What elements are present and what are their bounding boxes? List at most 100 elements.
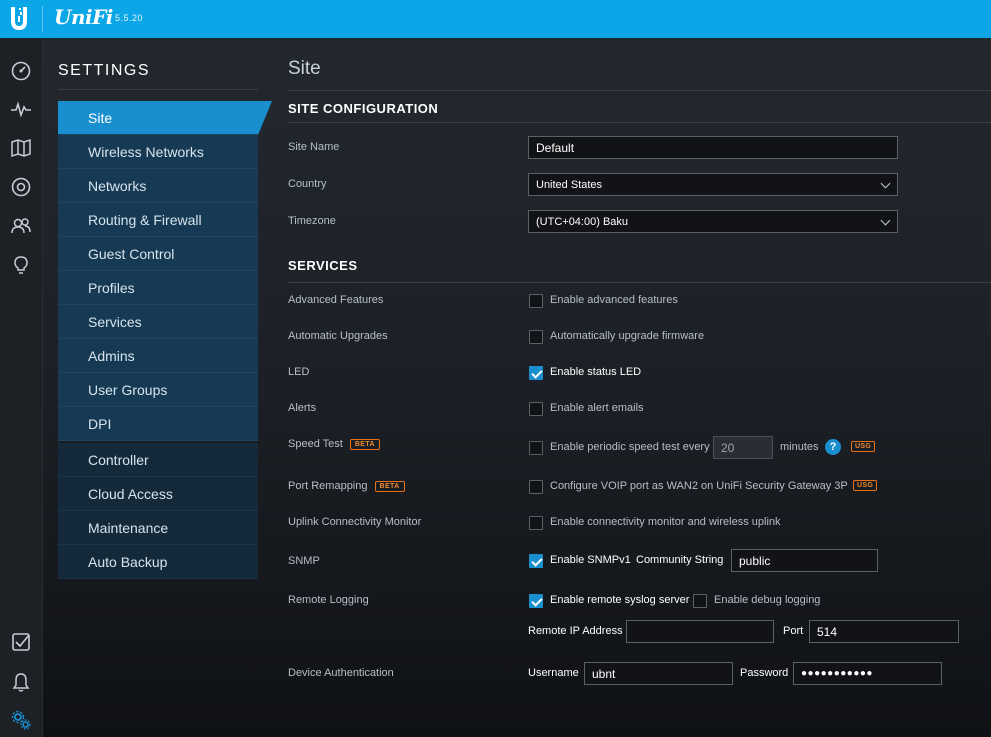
speed-test-checkbox[interactable] [529, 441, 543, 455]
country-select[interactable]: United States [528, 173, 898, 196]
nav-item-profiles[interactable]: Profiles [58, 271, 258, 305]
nav-item-user-groups[interactable]: User Groups [58, 373, 258, 407]
chevron-down-icon [880, 178, 891, 188]
snmp-label: SNMP [288, 555, 320, 567]
community-string-input[interactable]: public [731, 549, 878, 572]
alerts-text[interactable]: Enable alert emails [550, 402, 644, 414]
port-remapping-checkbox[interactable] [529, 480, 543, 494]
speed-test-label-text: Speed Test [288, 438, 343, 450]
speed-test-label: Speed Test BETA [288, 438, 380, 450]
usg-badge-port-remapping: USG [853, 480, 878, 491]
usg-badge-speed-test: USG [851, 441, 876, 452]
alerts-icon[interactable] [6, 667, 36, 697]
port-remapping-label-text: Port Remapping [288, 480, 368, 492]
page-title: Site [288, 58, 321, 79]
device-auth-label: Device Authentication [288, 667, 394, 679]
services-divider [288, 282, 991, 283]
icon-rail [0, 38, 43, 737]
top-bar: UniFi 5.5.20 [0, 0, 991, 38]
port-remapping-label: Port Remapping BETA [288, 480, 405, 492]
uplink-monitor-checkbox[interactable] [529, 516, 543, 530]
nav-item-guest-control[interactable]: Guest Control [58, 237, 258, 271]
site-name-label: Site Name [288, 141, 340, 153]
nav-item-services[interactable]: Services [58, 305, 258, 339]
port-remapping-text[interactable]: Configure VOIP port as WAN2 on UniFi Sec… [550, 480, 848, 492]
services-heading: SERVICES [288, 258, 358, 273]
clients-icon[interactable] [6, 211, 36, 241]
port-label: Port [783, 625, 804, 637]
dashboard-icon[interactable] [6, 56, 36, 86]
syslog-text[interactable]: Enable remote syslog server [550, 594, 689, 606]
insights-icon[interactable] [6, 250, 36, 280]
page-title-divider [288, 90, 991, 91]
nav-item-controller[interactable]: Controller [58, 443, 258, 477]
nav-item-admins[interactable]: Admins [58, 339, 258, 373]
remote-ip-label: Remote IP Address [528, 625, 623, 637]
alerts-checkbox[interactable] [529, 402, 543, 416]
settings-nav-primary: Site Wireless Networks Networks Routing … [58, 101, 272, 441]
statistics-icon[interactable] [6, 94, 36, 124]
map-icon[interactable] [6, 133, 36, 163]
remote-ip-input[interactable] [626, 620, 774, 643]
username-label: Username [528, 667, 579, 679]
nav-item-routing-firewall[interactable]: Routing & Firewall [58, 203, 258, 237]
nav-item-dpi[interactable]: DPI [58, 407, 258, 441]
country-label: Country [288, 178, 327, 190]
advanced-features-checkbox[interactable] [529, 294, 543, 308]
uplink-monitor-label: Uplink Connectivity Monitor [288, 516, 422, 528]
port-input[interactable]: 514 [809, 620, 959, 643]
automatic-upgrades-checkbox[interactable] [529, 330, 543, 344]
snmp-text[interactable]: Enable SNMPv1 [550, 554, 631, 566]
nav-item-wireless-networks[interactable]: Wireless Networks [58, 135, 258, 169]
ubiquiti-logo-icon[interactable] [8, 5, 30, 31]
devices-icon[interactable] [6, 172, 36, 202]
automatic-upgrades-text[interactable]: Automatically upgrade firmware [550, 330, 704, 342]
beta-badge: BETA [374, 481, 405, 492]
community-string-label: Community String [636, 554, 724, 566]
advanced-features-label: Advanced Features [288, 294, 384, 306]
speed-test-interval-input[interactable]: 20 [713, 436, 773, 459]
timezone-value: (UTC+04:00) Baku [536, 215, 629, 228]
settings-icon[interactable] [6, 705, 36, 735]
advanced-features-text[interactable]: Enable advanced features [550, 294, 678, 306]
debug-logging-text[interactable]: Enable debug logging [714, 594, 820, 606]
topbar-divider [42, 6, 43, 32]
settings-divider [58, 89, 258, 90]
led-checkbox[interactable] [529, 366, 543, 380]
country-value: United States [536, 178, 603, 191]
automatic-upgrades-label: Automatic Upgrades [288, 330, 388, 342]
beta-badge: BETA [349, 439, 380, 450]
led-label: LED [288, 366, 310, 378]
nav-item-cloud-access[interactable]: Cloud Access [58, 477, 258, 511]
timezone-label: Timezone [288, 215, 336, 227]
remote-logging-label: Remote Logging [288, 594, 369, 606]
settings-title: SETTINGS [58, 62, 151, 79]
username-input[interactable]: ubnt [584, 662, 733, 685]
version-label: 5.5.20 [115, 13, 144, 23]
nav-item-auto-backup[interactable]: Auto Backup [58, 545, 258, 579]
brand-logo[interactable]: UniFi [54, 5, 113, 29]
nav-item-site[interactable]: Site [58, 101, 272, 135]
debug-logging-checkbox[interactable] [693, 594, 707, 608]
chevron-down-icon [880, 215, 891, 225]
speed-test-text[interactable]: Enable periodic speed test every [550, 441, 710, 453]
timezone-select[interactable]: (UTC+04:00) Baku [528, 210, 898, 233]
password-label: Password [740, 667, 789, 679]
site-config-divider [288, 122, 991, 123]
help-icon[interactable]: ? [825, 439, 841, 455]
settings-nav: Site Wireless Networks Networks Routing … [58, 101, 272, 579]
unifi-app: UniFi 5.5.20 SETTINGS Site Wireless Netw… [0, 0, 991, 737]
settings-nav-secondary: Controller Cloud Access Maintenance Auto… [58, 443, 258, 579]
uplink-monitor-text[interactable]: Enable connectivity monitor and wireless… [550, 516, 781, 528]
password-input[interactable]: ●●●●●●●●●●● [793, 662, 942, 685]
nav-item-networks[interactable]: Networks [58, 169, 258, 203]
main-panel: SETTINGS Site Wireless Networks Networks… [43, 38, 991, 737]
snmp-checkbox[interactable] [529, 554, 543, 568]
site-config-heading: SITE CONFIGURATION [288, 101, 439, 116]
nav-item-maintenance[interactable]: Maintenance [58, 511, 258, 545]
syslog-checkbox[interactable] [529, 594, 543, 608]
events-icon[interactable] [6, 627, 36, 657]
alerts-label: Alerts [288, 402, 317, 414]
site-name-input[interactable]: Default [528, 136, 898, 159]
led-text[interactable]: Enable status LED [550, 366, 641, 378]
